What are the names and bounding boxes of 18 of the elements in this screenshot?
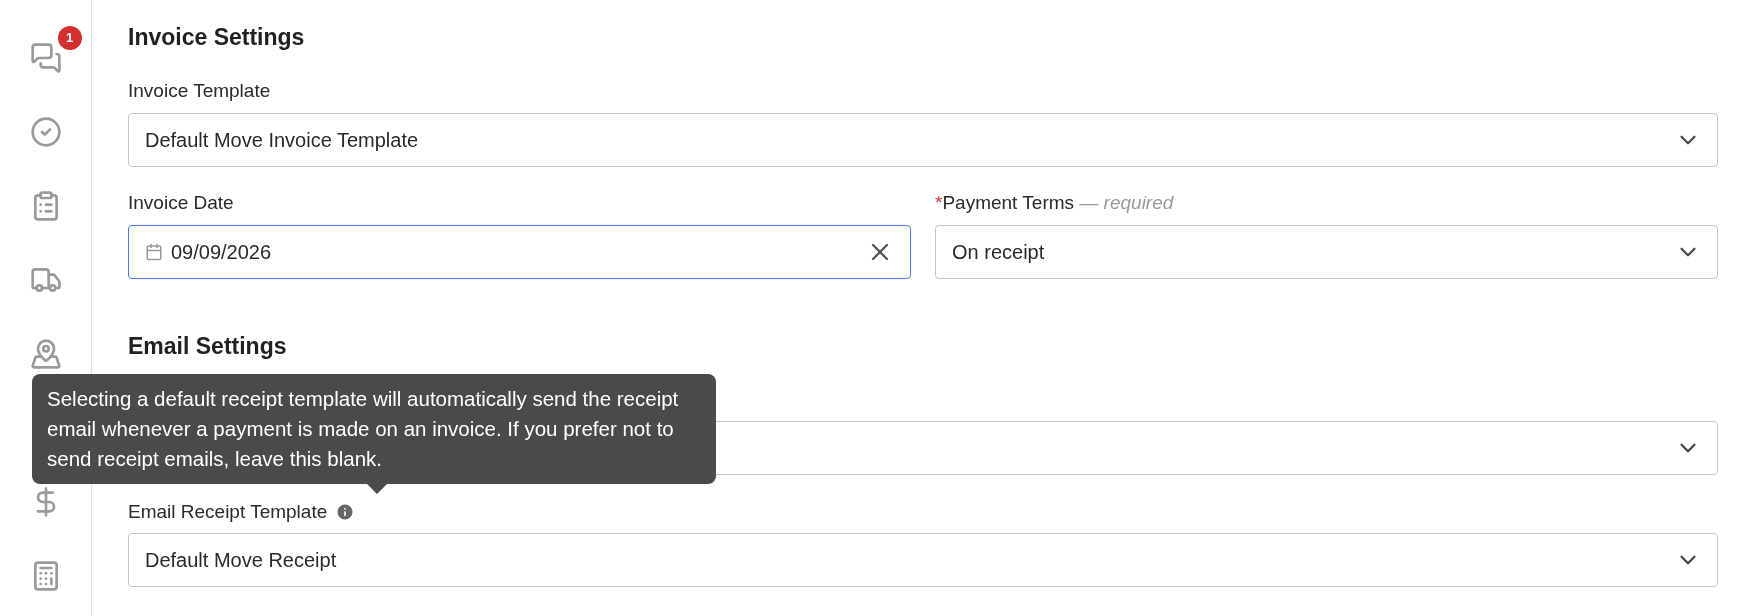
notification-badge: 1 xyxy=(57,26,82,50)
info-icon[interactable] xyxy=(335,502,356,522)
select-field[interactable]: On receipt xyxy=(935,224,1718,279)
chat-bubbles-icon[interactable] xyxy=(29,42,62,74)
select-field[interactable]: Default Move Invoice Template xyxy=(128,112,1718,167)
map-pin-icon[interactable] xyxy=(29,338,62,370)
field-label: *Payment Terms — required xyxy=(935,191,1174,216)
section-heading: Email Settings xyxy=(128,331,288,361)
field-label: Invoice Date xyxy=(128,191,234,216)
calendar-icon xyxy=(145,242,163,261)
date-field[interactable]: 09/09/2026 xyxy=(128,224,911,279)
tooltip: Selecting a default receipt template will automatically send the receipt email whenever a payment is made on an invoice. If you prefer not to send receipt emails, leave this blank. xyxy=(32,374,716,484)
section-heading: Invoice Settings xyxy=(128,23,306,52)
field-label: Invoice Template xyxy=(128,79,271,104)
tooltip-arrow xyxy=(367,484,387,494)
check-circle-icon[interactable] xyxy=(29,116,62,148)
select-field[interactable]: Default Move Receipt xyxy=(128,533,1718,587)
field-label: Email Receipt Template xyxy=(128,499,328,524)
